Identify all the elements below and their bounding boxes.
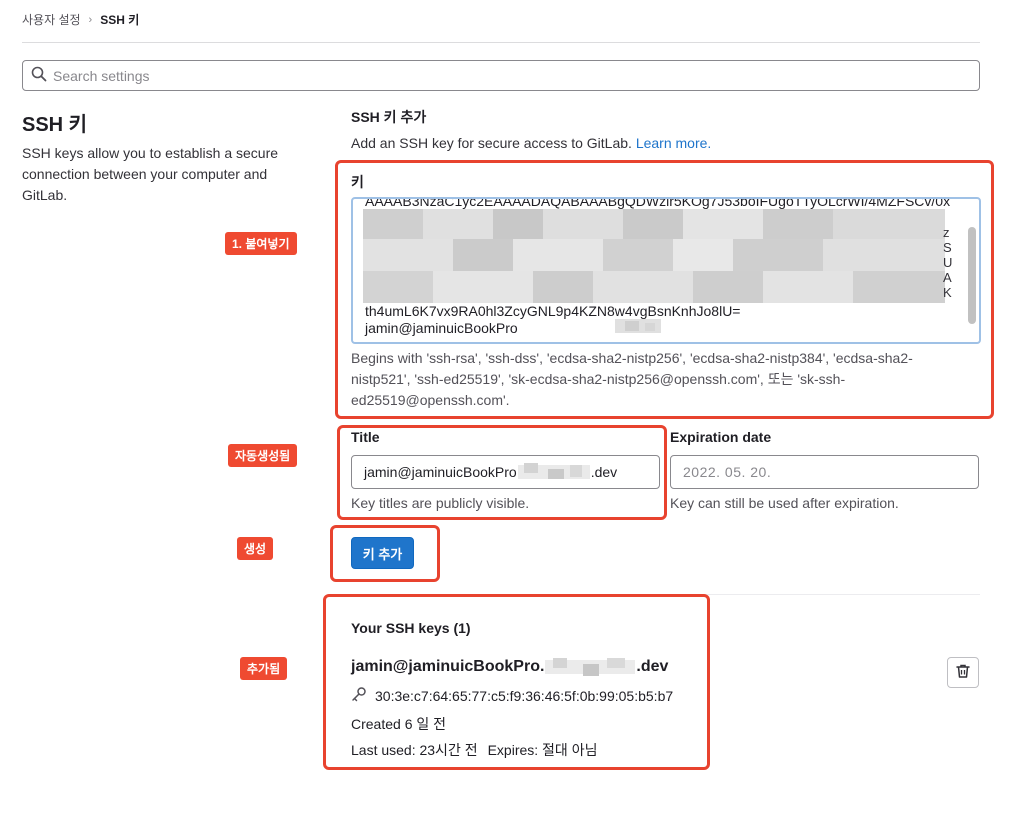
page-description: SSH keys allow you to establish a secure… [22, 145, 279, 203]
annotation-box-title [337, 425, 667, 520]
search-icon [31, 66, 47, 85]
add-key-description: Add an SSH key for secure access to GitL… [351, 135, 711, 151]
breadcrumb-separator-icon: › [88, 13, 93, 26]
breadcrumb-current: SSH 키 [100, 13, 140, 27]
trash-icon [955, 663, 971, 682]
annotation-label-autogen: 자동생성됨 [228, 444, 298, 467]
annotation-box-added [323, 594, 710, 770]
annotation-label-added: 추가됨 [240, 657, 288, 680]
divider [22, 42, 980, 43]
expiration-help-text: Key can still be used after expiration. [670, 495, 899, 511]
learn-more-link[interactable]: Learn more. [636, 135, 711, 151]
search-placeholder: Search settings [53, 67, 150, 84]
annotation-label-paste: 1. 붙여넣기 [225, 232, 297, 255]
breadcrumb: 사용자 설정 › SSH 키 [22, 11, 139, 28]
annotation-box-paste [335, 160, 994, 419]
delete-key-button[interactable] [947, 657, 979, 688]
add-key-description-text: Add an SSH key for secure access to GitL… [351, 135, 632, 151]
search-settings-input[interactable]: Search settings [22, 60, 980, 91]
expiration-date-input[interactable]: 2022. 05. 20. [670, 455, 979, 489]
expiration-label: Expiration date [670, 429, 772, 445]
page-title: SSH 키 [22, 114, 88, 136]
breadcrumb-parent[interactable]: 사용자 설정 [22, 11, 81, 28]
annotation-box-create [330, 525, 440, 582]
annotation-label-create: 생성 [237, 537, 274, 560]
add-key-heading: SSH 키 추가 [351, 109, 427, 125]
